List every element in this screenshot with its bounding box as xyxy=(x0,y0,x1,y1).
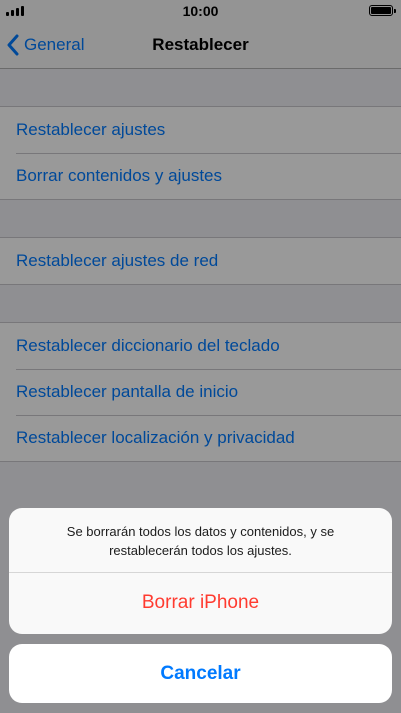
action-sheet: Se borrarán todos los datos y contenidos… xyxy=(9,508,392,634)
erase-iphone-button[interactable]: Borrar iPhone xyxy=(9,573,392,633)
action-sheet-message: Se borrarán todos los datos y contenidos… xyxy=(9,508,392,573)
cancel-button[interactable]: Cancelar xyxy=(9,644,392,703)
settings-screen: 10:00 General Restablecer Restablecer aj… xyxy=(0,0,401,713)
